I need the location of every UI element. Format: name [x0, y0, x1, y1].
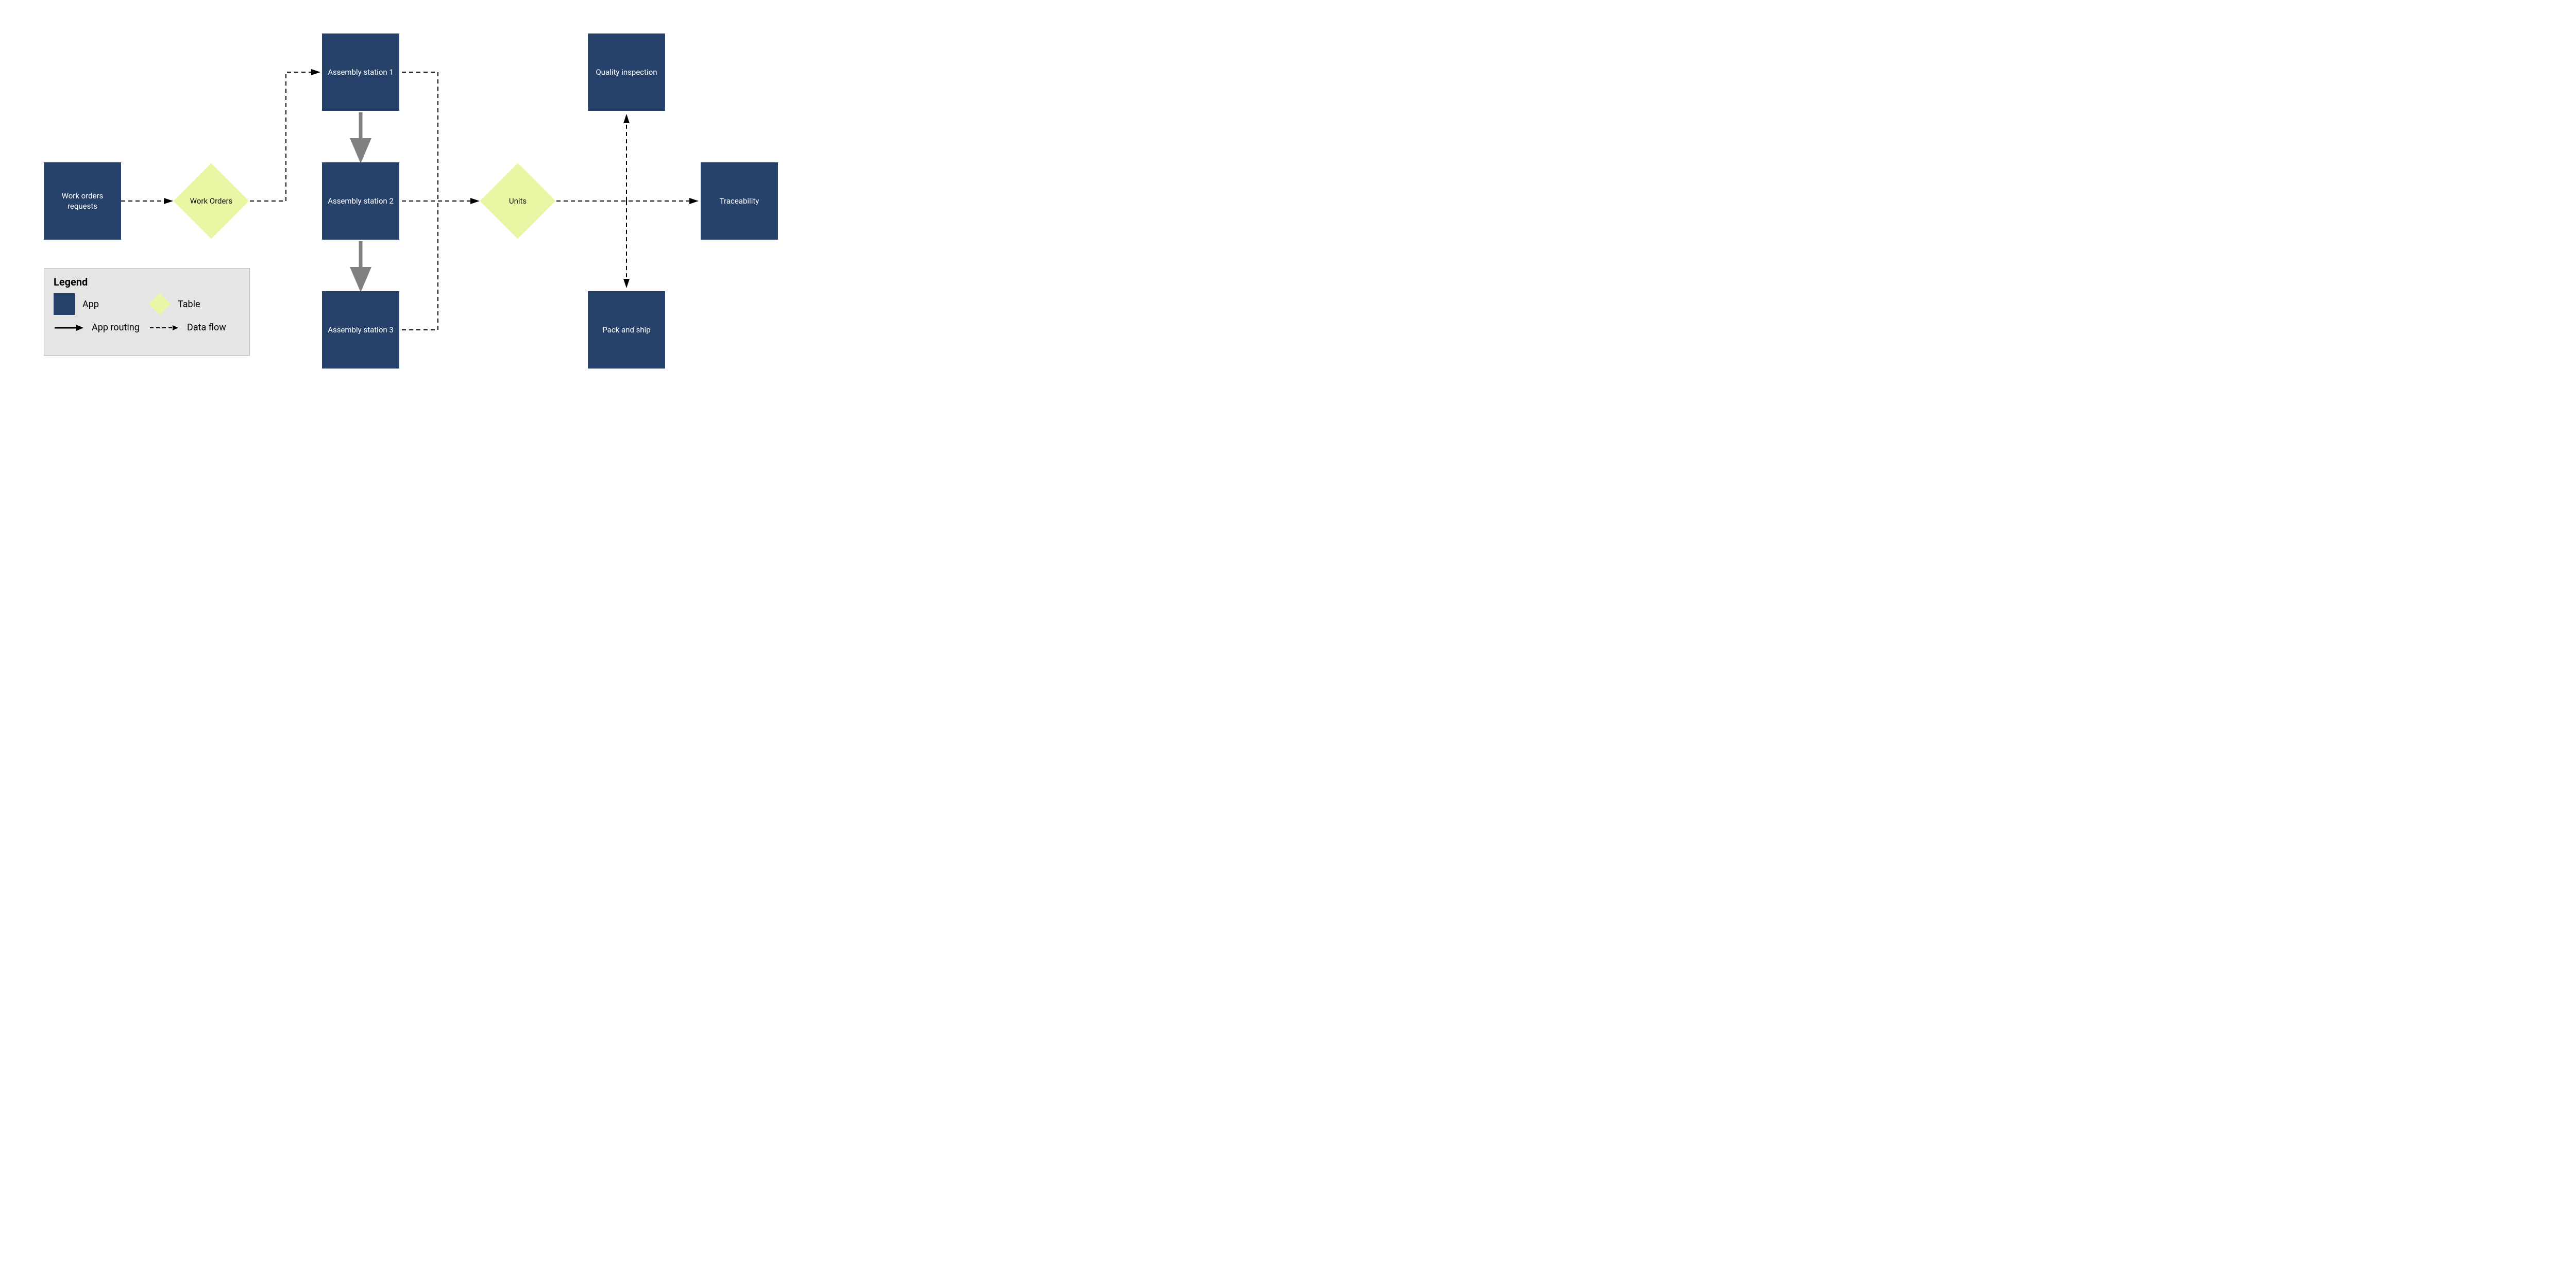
legend-item-table: Table — [149, 293, 240, 315]
legend-title: Legend — [54, 276, 240, 288]
node-assembly-1: Assembly station 1 — [322, 34, 399, 111]
legend-label: Table — [178, 299, 200, 310]
node-traceability: Traceability — [701, 162, 778, 240]
node-label: Work orders requests — [48, 191, 117, 212]
edge-table-to-assembly1 — [250, 72, 319, 201]
edge-assembly3-to-units — [402, 201, 438, 330]
node-label: Pack and ship — [602, 325, 650, 335]
edge-assembly1-to-units — [402, 72, 438, 201]
node-units-table: Units — [479, 162, 556, 240]
node-label: Assembly station 3 — [328, 325, 394, 335]
legend-label: Data flow — [187, 322, 226, 333]
node-work-orders-requests: Work orders requests — [44, 162, 121, 240]
arrow-dashed-icon — [149, 323, 180, 333]
legend-label: App — [82, 299, 99, 310]
legend-label: App routing — [92, 322, 140, 333]
legend-item-data-flow: Data flow — [149, 322, 240, 333]
diamond-icon — [173, 163, 249, 239]
node-pack-and-ship: Pack and ship — [588, 291, 665, 369]
app-swatch-icon — [54, 293, 75, 315]
legend-item-app: App — [54, 293, 145, 315]
node-work-orders-table: Work Orders — [173, 162, 250, 240]
node-assembly-3: Assembly station 3 — [322, 291, 399, 369]
table-swatch-icon — [149, 293, 171, 315]
node-label: Traceability — [720, 196, 759, 206]
node-quality-inspection: Quality inspection — [588, 34, 665, 111]
node-label: Assembly station 1 — [328, 67, 394, 77]
node-assembly-2: Assembly station 2 — [322, 162, 399, 240]
legend-item-app-routing: App routing — [54, 322, 145, 333]
node-label: Assembly station 2 — [328, 196, 394, 206]
diagram-canvas: Work orders requests Work Orders Assembl… — [0, 0, 804, 396]
node-label: Quality inspection — [596, 67, 657, 77]
diamond-icon — [480, 163, 555, 239]
legend-box: Legend App Table App routing — [44, 268, 250, 356]
legend-grid: App Table App routing Data flow — [54, 293, 240, 333]
arrow-solid-icon — [54, 323, 84, 333]
